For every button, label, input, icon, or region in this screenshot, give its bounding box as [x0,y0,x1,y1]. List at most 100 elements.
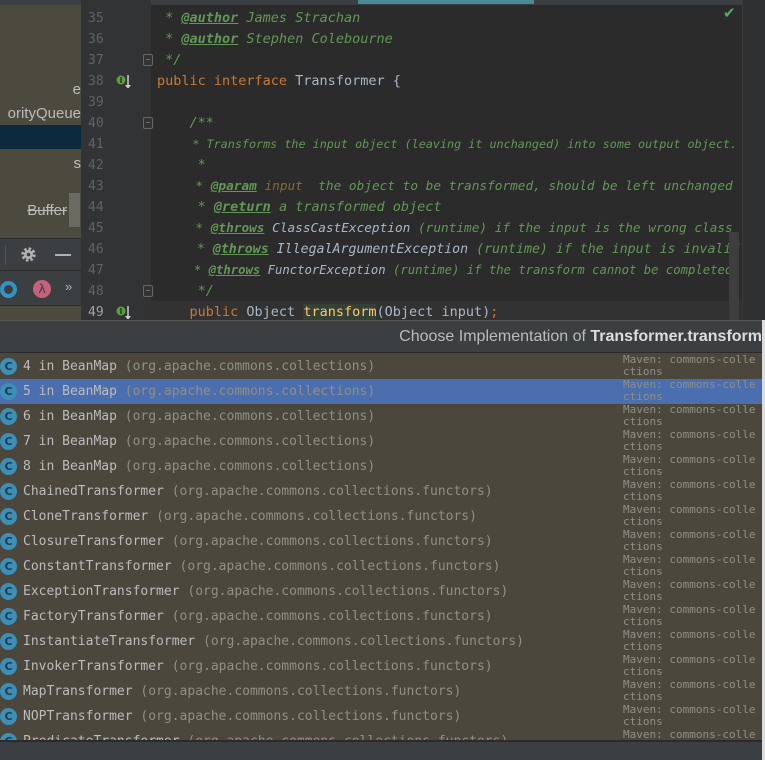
class-name: ConstantTransformer [23,559,172,574]
code-token: input [256,179,303,194]
class-icon: C [0,533,17,550]
code-token: Object [246,304,304,320]
code-token: * [157,199,214,215]
project-panel: e orityQueue s Buffer λ » [0,0,81,320]
tree-item[interactable]: Buffer [27,199,67,222]
implementation-item[interactable]: C FactoryTransformer (org.apache.commons.… [0,604,762,629]
package-name: (org.apache.commons.collections.functors… [171,659,493,674]
status-bar [0,740,762,760]
implementation-item[interactable]: C 6 in BeanMap (org.apache.commons.collec… [0,404,762,429]
implementation-item[interactable]: C CloneTransformer (org.apache.commons.co… [0,504,762,529]
popup-title: Choose Implementation of Transformer.tra… [0,321,762,353]
code-line: /** [157,113,214,134]
package-name: (org.apache.commons.collections) [124,409,376,424]
code-token: /** [157,115,214,131]
item-label: NOPTransformer (org.apache.commons.colle… [23,704,461,729]
implementation-item[interactable]: C InstantiateTransformer (org.apache.comm… [0,629,762,654]
implementation-item[interactable]: C ClosureTransformer (org.apache.commons.… [0,529,762,554]
class-name: InvokerTransformer [23,659,164,674]
code-token: @author [181,10,239,26]
tree-item[interactable]: orityQueue [8,102,81,125]
code-line: */ [157,281,214,302]
library-source: Maven: commons-collections [623,403,756,428]
code-line: * @param input the object to be transfor… [157,176,732,197]
panel-toolbar [0,238,81,270]
gear-icon[interactable] [20,246,37,263]
code-token: (runtime) if the input is the wrong clas… [410,221,733,236]
class-icon: C [0,458,17,475]
class-icon: C [0,433,17,450]
library-source: Maven: commons-collections [623,678,756,703]
item-label: 6 in BeanMap (org.apache.commons.collect… [23,404,375,429]
lambda-icon[interactable]: λ [33,280,51,298]
library-source: Maven: commons-collections [623,503,756,528]
class-icon: C [0,483,17,500]
code-line: * @throws FunctorException (runtime) if … [157,260,732,281]
package-name: (org.apache.commons.collections.functors… [140,684,462,699]
code-line: public interface Transformer { [157,71,401,92]
implementation-item[interactable]: C NOPTransformer (org.apache.commons.coll… [0,704,762,729]
implementation-item[interactable]: C 8 in BeanMap (org.apache.commons.collec… [0,454,762,479]
editor-scrollbar[interactable] [729,232,739,320]
implementation-item[interactable]: C InvokerTransformer (org.apache.commons.… [0,654,762,679]
line-number: 46 [88,242,104,257]
class-icon: C [0,558,17,575]
item-label: ClosureTransformer (org.apache.commons.c… [23,529,493,554]
class-name: CloneTransformer [23,509,149,524]
class-icon: C [0,383,17,400]
class-icon: C [0,583,17,600]
panel-scrollbar[interactable] [69,193,80,227]
code-line: */ [157,50,181,71]
code-line: * Transforms the input object (leaving i… [157,134,737,155]
line-number: 35 [88,11,104,26]
minus-icon[interactable] [55,254,71,256]
implementation-item[interactable]: C ConstantTransformer (org.apache.commons… [0,554,762,579]
implementation-item[interactable]: C 4 in BeanMap (org.apache.commons.collec… [0,354,762,379]
library-source: Maven: commons-collections [623,603,756,628]
library-source: Maven: commons-collections [623,478,756,503]
more-chevron-icon[interactable]: » [65,279,72,294]
popup-title-method: Transformer.transform [590,328,762,345]
class-icon: C [0,683,17,700]
implemented-by-icon[interactable] [116,74,132,88]
package-name: (org.apache.commons.collections) [124,434,376,449]
item-label: InvokerTransformer (org.apache.commons.c… [23,654,493,679]
code-token: ; [490,304,499,320]
code-token: * [157,179,211,194]
item-label: ChainedTransformer (org.apache.commons.c… [23,479,493,504]
code-line: * @throws IllegalArgumentException (runt… [157,239,739,260]
line-number: 47 [88,263,104,278]
implementation-item[interactable]: C 5 in BeanMap (org.apache.commons.collec… [0,379,762,404]
code-token: * [157,10,182,26]
tree-item[interactable]: s [74,152,82,175]
code-editor[interactable]: * @author James Strachan * @author Steph… [151,0,742,320]
library-source: Maven: commons-collections [623,428,756,453]
library-source: Maven: commons-collections [623,578,756,603]
code-token: */ [157,52,182,68]
tree-item[interactable]: e [73,78,81,101]
implementation-item[interactable]: C ChainedTransformer (org.apache.commons.… [0,479,762,504]
popup-title-prefix: Choose Implementation of [399,328,591,345]
package-name: (org.apache.commons.collections.functors… [171,609,493,624]
line-number: 37 [88,53,104,68]
code-token: @return [213,199,271,215]
package-name: (org.apache.commons.collections.functors… [187,584,509,599]
class-name: 7 in BeanMap [23,434,117,449]
editor-gutter: 35 36 37 38 39 40 41 42 43 44 45 46 47 48 49− − − [81,0,153,320]
circle-icon[interactable] [0,281,17,298]
implementation-item[interactable]: C ExceptionTransformer (org.apache.common… [0,579,762,604]
implementation-item[interactable]: C 7 in BeanMap (org.apache.commons.collec… [0,429,762,454]
selected-tree-row[interactable] [0,125,81,149]
implemented-by-icon[interactable] [116,305,132,319]
code-token: James Strachan [238,10,361,26]
class-name: FactoryTransformer [23,609,164,624]
class-name: InstantiateTransformer [23,634,196,649]
item-label: 4 in BeanMap (org.apache.commons.collect… [23,354,375,379]
package-name: (org.apache.commons.collections.functors… [156,509,477,524]
item-label: 7 in BeanMap (org.apache.commons.collect… [23,429,375,454]
line-number: 36 [88,32,104,47]
package-name: (org.apache.commons.collections) [124,459,376,474]
class-name: NOPTransformer [23,709,133,724]
implementation-item[interactable]: C MapTransformer (org.apache.commons.coll… [0,679,762,704]
item-label: FactoryTransformer (org.apache.commons.c… [23,604,493,629]
